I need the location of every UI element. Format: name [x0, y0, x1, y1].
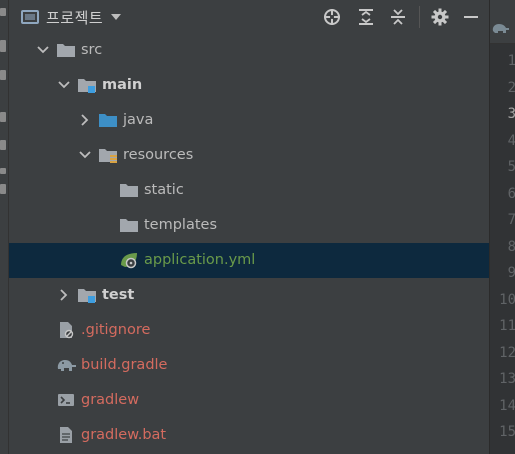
chevron-down-icon[interactable]: [57, 78, 71, 92]
chevron-down-icon[interactable]: [111, 14, 122, 20]
tree-item-label: gradlew.bat: [81, 427, 167, 443]
text-file-icon: [56, 426, 76, 444]
resources-folder-icon: [98, 146, 118, 164]
project-view-icon: [21, 10, 39, 24]
line-number: 13: [499, 371, 515, 387]
line-number: 5: [507, 159, 515, 175]
project-view-selector[interactable]: 프로젝트: [21, 7, 122, 27]
strip-tab-mark[interactable]: [0, 112, 6, 122]
src-folder[interactable]: src: [9, 33, 489, 68]
editor-gutter: 1 2 3 4 5 6 7 8 9 10 11 12 13 14 15: [489, 0, 515, 454]
chevron-down-icon[interactable]: [78, 148, 92, 162]
terminal-file-icon: [56, 391, 76, 409]
strip-tab-mark[interactable]: [0, 40, 6, 52]
line-number: 10: [499, 291, 515, 308]
application-yml-file[interactable]: application.yml: [9, 243, 489, 278]
spring-config-icon: [119, 251, 139, 269]
line-number: 14: [499, 397, 515, 414]
strip-tab-mark[interactable]: [0, 70, 6, 80]
gradle-elephant-icon: [492, 24, 509, 33]
tree-item-label: java: [123, 112, 154, 128]
line-number: 7: [507, 212, 515, 228]
collapse-all-icon[interactable]: [388, 7, 408, 27]
java-source-folder-icon: [98, 111, 118, 129]
java-folder[interactable]: java: [9, 103, 489, 138]
chevron-right-icon[interactable]: [78, 113, 92, 127]
gitignore-file[interactable]: .gitignore: [9, 313, 489, 348]
tree-item-label: static: [144, 182, 184, 198]
minimize-icon[interactable]: [461, 7, 481, 27]
line-number: 2: [507, 79, 515, 96]
source-root-folder-icon: [77, 76, 97, 94]
ignore-file-icon: [56, 321, 76, 339]
folder-icon: [56, 41, 76, 59]
line-number: 4: [507, 132, 515, 149]
strip-tab-mark[interactable]: [0, 8, 6, 16]
line-number: 11: [499, 318, 515, 334]
gradlew-bat-file[interactable]: gradlew.bat: [9, 418, 489, 453]
tree-item-label: application.yml: [144, 252, 256, 268]
strip-tab-mark[interactable]: [0, 184, 6, 194]
gradle-elephant-icon: [56, 356, 76, 374]
line-number: 15: [499, 424, 515, 440]
strip-tab-mark[interactable]: [0, 168, 6, 174]
expand-all-icon[interactable]: [356, 7, 376, 27]
folder-icon: [119, 216, 139, 234]
chevron-right-icon[interactable]: [57, 288, 71, 302]
tool-window-strip: [0, 0, 9, 454]
line-number: 9: [507, 265, 515, 281]
source-root-folder-icon: [77, 286, 97, 304]
tree-item-label: templates: [144, 217, 218, 233]
gradlew-file[interactable]: gradlew: [9, 383, 489, 418]
tree-item-label: .gitignore: [81, 322, 151, 338]
static-folder[interactable]: static: [9, 173, 489, 208]
tree-item-label: build.gradle: [81, 357, 168, 373]
tree-item-label: main: [102, 77, 143, 93]
line-number: 12: [499, 344, 515, 361]
build-gradle-file[interactable]: build.gradle: [9, 348, 489, 383]
main-folder[interactable]: main: [9, 68, 489, 103]
tree-item-label: resources: [123, 147, 194, 163]
strip-tab-mark[interactable]: [0, 140, 6, 150]
line-number: 1: [507, 53, 515, 69]
header-separator: [419, 6, 420, 28]
line-number: 8: [507, 238, 515, 255]
line-number: 6: [507, 185, 515, 202]
tree-item-label: src: [81, 42, 103, 58]
templates-folder[interactable]: templates: [9, 208, 489, 243]
project-tool-window: 프로젝트 src main java resources static templates…: [9, 0, 489, 454]
test-folder[interactable]: test: [9, 278, 489, 313]
line-number: 3: [507, 106, 515, 122]
chevron-down-icon[interactable]: [36, 43, 50, 57]
tree-item-label: test: [102, 287, 135, 303]
editor-tab[interactable]: [490, 0, 515, 44]
tree-item-label: gradlew: [81, 392, 140, 408]
project-panel-title: 프로젝트: [46, 8, 104, 27]
gear-icon[interactable]: [430, 7, 450, 27]
locate-icon[interactable]: [322, 7, 342, 27]
resources-folder[interactable]: resources: [9, 138, 489, 173]
project-panel-header: 프로젝트: [9, 0, 489, 33]
folder-icon: [119, 181, 139, 199]
